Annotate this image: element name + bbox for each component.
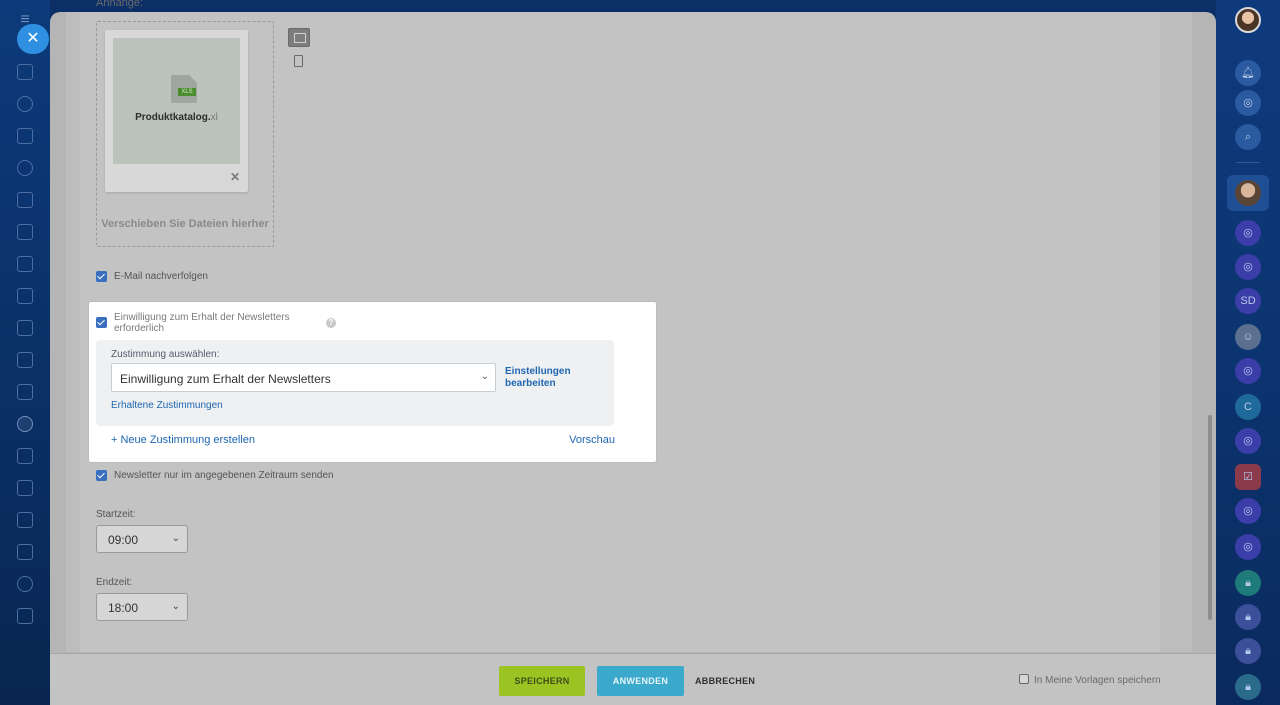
new-consent-link[interactable]: + Neue Zustimmung erstellen	[111, 434, 255, 446]
consent-select-label: Zustimmung auswählen:	[111, 349, 220, 360]
end-time-select[interactable]: 18:00 ⌄	[96, 593, 188, 621]
sd-avatar[interactable]: SD	[1235, 288, 1261, 314]
right-sidebar: 🔔︎ ◎ ⌕ ◎ ◎ SD ☺ ◎ C ◎ ☑ ◎ ◎ 🔒︎ 🔒︎ 🔒︎ 🔒︎	[1216, 0, 1280, 705]
track-email-checkbox[interactable]	[96, 271, 107, 282]
chevron-down-icon: ⌄	[480, 371, 489, 382]
marketing-icon[interactable]	[17, 416, 33, 432]
openline-icon[interactable]: ◎	[1235, 254, 1261, 280]
xls-badge: XLS	[178, 88, 196, 96]
end-time-value: 18:00	[108, 601, 139, 615]
mail-icon[interactable]	[17, 512, 33, 528]
left-sidebar: ≡ ✕	[0, 0, 50, 705]
track-email-label: E-Mail nachverfolgen	[114, 271, 208, 282]
monitor-icon[interactable]	[17, 256, 33, 272]
lock-icon[interactable]: 🔒︎	[1235, 638, 1261, 664]
period-checkbox[interactable]	[96, 470, 107, 481]
start-time-label: Startzeit:	[96, 509, 136, 520]
task-icon[interactable]: ☑	[1235, 464, 1261, 490]
table-icon[interactable]	[17, 608, 33, 624]
globe-icon[interactable]	[17, 576, 33, 592]
openline-icon[interactable]: ◎	[1235, 220, 1261, 246]
feed-icon[interactable]	[17, 128, 33, 144]
chat-icon[interactable]	[17, 320, 33, 336]
lock-icon[interactable]: 🔒︎	[1235, 674, 1261, 700]
edit-settings-line1: Einstellungen	[505, 366, 571, 377]
chevron-down-icon: ⌄	[171, 533, 180, 544]
separator	[1236, 162, 1260, 163]
edit-settings-link[interactable]: Einstellungen bearbeiten	[505, 366, 571, 390]
cancel-button[interactable]: ABBRECHEN	[695, 666, 755, 696]
document-icon[interactable]	[17, 192, 33, 208]
lock-icon[interactable]: 🔒︎	[1235, 570, 1261, 596]
target-icon[interactable]: ◎	[1235, 90, 1261, 116]
home-icon[interactable]	[17, 64, 33, 80]
close-icon[interactable]: ✕	[17, 24, 49, 54]
save-button[interactable]: SPEICHERN	[499, 666, 585, 696]
image-icon[interactable]	[288, 28, 310, 47]
contacts-icon[interactable]	[17, 160, 33, 176]
end-time-label: Endzeit:	[96, 577, 133, 588]
openline-icon[interactable]: ◎	[1235, 358, 1261, 384]
openline-icon[interactable]: ◎	[1235, 428, 1261, 454]
file-name: Produktkatalog.xl	[113, 112, 240, 123]
document-icon[interactable]	[294, 55, 303, 67]
user-avatar[interactable]	[1235, 7, 1261, 33]
remove-file-icon[interactable]: ✕	[230, 170, 240, 184]
footer-bar: SPEICHERN ANWENDEN ABBRECHEN In Meine Vo…	[50, 653, 1216, 705]
period-label: Newsletter nur im angegebenen Zeitraum s…	[114, 470, 334, 481]
database-icon[interactable]	[17, 448, 33, 464]
panel-scrollbar[interactable]	[1208, 415, 1212, 620]
drop-hint: Verschieben Sie Dateien hierher	[101, 218, 269, 230]
print-icon[interactable]	[17, 224, 33, 240]
consent-box: Einwilligung zum Erhalt der Newsletters …	[89, 302, 656, 462]
contact-avatar[interactable]	[1235, 180, 1261, 206]
robot-avatar[interactable]: ☺	[1235, 324, 1261, 350]
start-time-value: 09:00	[108, 533, 139, 547]
apply-button[interactable]: ANWENDEN	[597, 666, 684, 696]
openline-icon[interactable]: ◎	[1235, 534, 1261, 560]
consent-select-value: Einwilligung zum Erhalt der Newsletters	[120, 372, 331, 386]
start-time-select[interactable]: 09:00 ⌄	[96, 525, 188, 553]
filter-icon[interactable]	[17, 480, 33, 496]
group-icon[interactable]	[17, 544, 33, 560]
chevron-down-icon: ⌄	[171, 601, 180, 612]
lock-icon[interactable]: 🔒︎	[1235, 604, 1261, 630]
consent-select[interactable]: Einwilligung zum Erhalt der Newsletters …	[111, 363, 496, 392]
file-name-base: Produktkatalog.	[135, 112, 211, 123]
activity-icon[interactable]	[17, 96, 33, 112]
save-template-label: In Meine Vorlagen speichern	[1034, 675, 1161, 686]
help-icon[interactable]: ?	[326, 318, 336, 328]
file-name-ext: xl	[210, 112, 218, 123]
xls-file-icon: XLS	[171, 75, 197, 103]
bell-icon[interactable]: 🔔︎	[1235, 60, 1261, 86]
attachments-label: Anhänge:	[96, 0, 144, 9]
consent-checkbox[interactable]	[96, 317, 107, 328]
openline-icon[interactable]: ◎	[1235, 498, 1261, 524]
tasks-icon[interactable]	[17, 288, 33, 304]
save-template-checkbox[interactable]	[1019, 674, 1029, 684]
cart-icon[interactable]	[17, 384, 33, 400]
search-chat-icon[interactable]: ⌕	[1235, 124, 1261, 150]
consent-select-card: Zustimmung auswählen: Einwilligung zum E…	[96, 340, 614, 426]
c-avatar[interactable]: C	[1235, 394, 1261, 420]
chart-icon[interactable]	[17, 352, 33, 368]
file-card[interactable]: XLS Produktkatalog.xl ✕	[105, 30, 248, 192]
consent-label: Einwilligung zum Erhalt der Newsletters …	[114, 312, 290, 334]
edit-settings-line2: bearbeiten	[505, 378, 556, 389]
file-thumbnail: XLS Produktkatalog.xl	[113, 38, 240, 164]
received-consents-link[interactable]: Erhaltene Zustimmungen	[111, 400, 223, 411]
preview-link[interactable]: Vorschau	[569, 434, 615, 446]
